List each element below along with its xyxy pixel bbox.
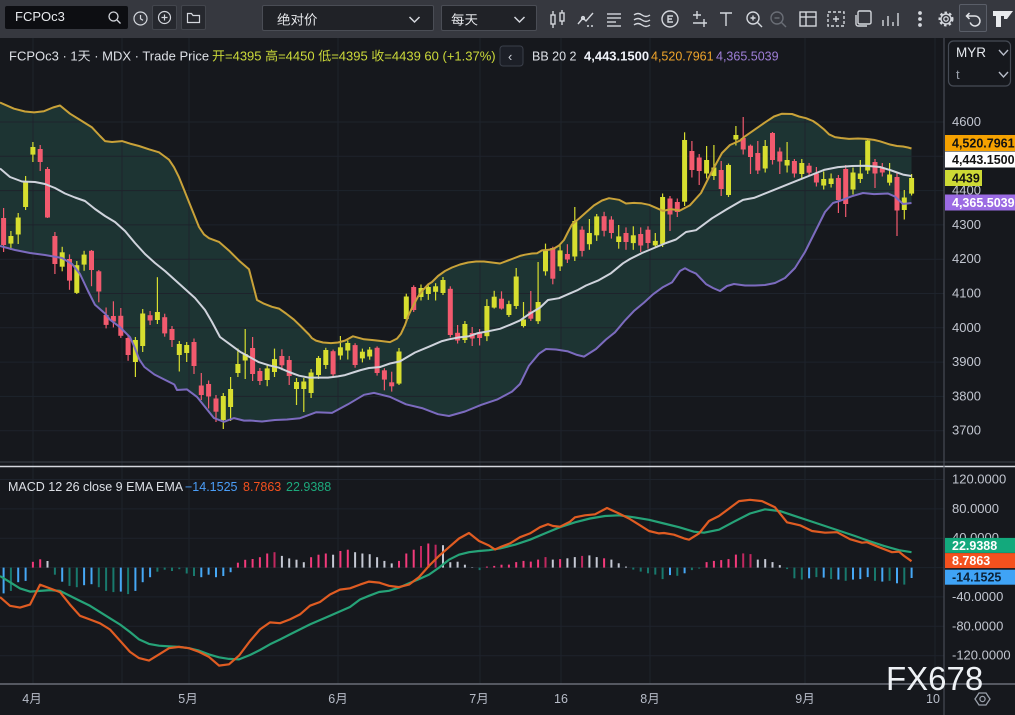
svg-text:4300: 4300 bbox=[952, 217, 981, 232]
svg-text:MACD 12 26 close 9 EMA EMA: MACD 12 26 close 9 EMA EMA bbox=[8, 480, 184, 494]
svg-text:16: 16 bbox=[554, 692, 568, 706]
svg-text:80.0000: 80.0000 bbox=[952, 501, 999, 516]
svg-text:=4395: =4395 bbox=[331, 49, 368, 64]
svg-text:−14.1525: −14.1525 bbox=[185, 480, 238, 494]
svg-text:· MDX · Trade Price: · MDX · Trade Price bbox=[91, 49, 209, 64]
svg-text:BB 20 2: BB 20 2 bbox=[532, 50, 577, 64]
svg-text:‹: ‹ bbox=[508, 49, 512, 64]
svg-text:7: 7 bbox=[469, 692, 476, 706]
svg-text:5: 5 bbox=[178, 692, 185, 706]
svg-text:t: t bbox=[956, 67, 960, 82]
svg-text:4439: 4439 bbox=[952, 172, 980, 186]
svg-text:4,520.7961: 4,520.7961 bbox=[651, 50, 714, 64]
svg-text:9: 9 bbox=[795, 692, 802, 706]
svg-text:6: 6 bbox=[328, 692, 335, 706]
svg-text:4000: 4000 bbox=[952, 320, 981, 335]
svg-text:22.9388: 22.9388 bbox=[286, 480, 331, 494]
svg-text:MYR: MYR bbox=[956, 45, 986, 60]
svg-text:4,365.5039: 4,365.5039 bbox=[716, 50, 779, 64]
svg-text:8.7863: 8.7863 bbox=[243, 480, 281, 494]
svg-text:-80.0000: -80.0000 bbox=[952, 618, 1003, 633]
svg-text:4600: 4600 bbox=[952, 114, 981, 129]
svg-text:4,520.7961: 4,520.7961 bbox=[952, 137, 1015, 151]
svg-text:-40.0000: -40.0000 bbox=[952, 589, 1003, 604]
svg-text:4,443.1500: 4,443.1500 bbox=[584, 49, 649, 64]
svg-text:22.9388: 22.9388 bbox=[952, 539, 997, 553]
svg-text:4: 4 bbox=[22, 692, 29, 706]
svg-text:4,365.5039: 4,365.5039 bbox=[952, 196, 1015, 210]
svg-text:8.7863: 8.7863 bbox=[952, 554, 990, 568]
svg-text:4100: 4100 bbox=[952, 286, 981, 301]
svg-text:3700: 3700 bbox=[952, 423, 981, 438]
svg-text:4,443.1500: 4,443.1500 bbox=[952, 153, 1015, 167]
svg-text:FX678: FX678 bbox=[886, 660, 983, 697]
svg-text:=4439 60 (+1.37%): =4439 60 (+1.37%) bbox=[384, 49, 495, 64]
svg-text:4200: 4200 bbox=[952, 251, 981, 266]
svg-text:3800: 3800 bbox=[952, 388, 981, 403]
svg-text:=4395: =4395 bbox=[225, 49, 262, 64]
svg-text:120.0000: 120.0000 bbox=[952, 472, 1006, 487]
svg-text:3900: 3900 bbox=[952, 354, 981, 369]
svg-text:=4450: =4450 bbox=[278, 49, 315, 64]
svg-text:FCPOc3 · 1: FCPOc3 · 1 bbox=[9, 49, 78, 64]
svg-text:8: 8 bbox=[640, 692, 647, 706]
svg-text:-14.1525: -14.1525 bbox=[952, 571, 1001, 585]
